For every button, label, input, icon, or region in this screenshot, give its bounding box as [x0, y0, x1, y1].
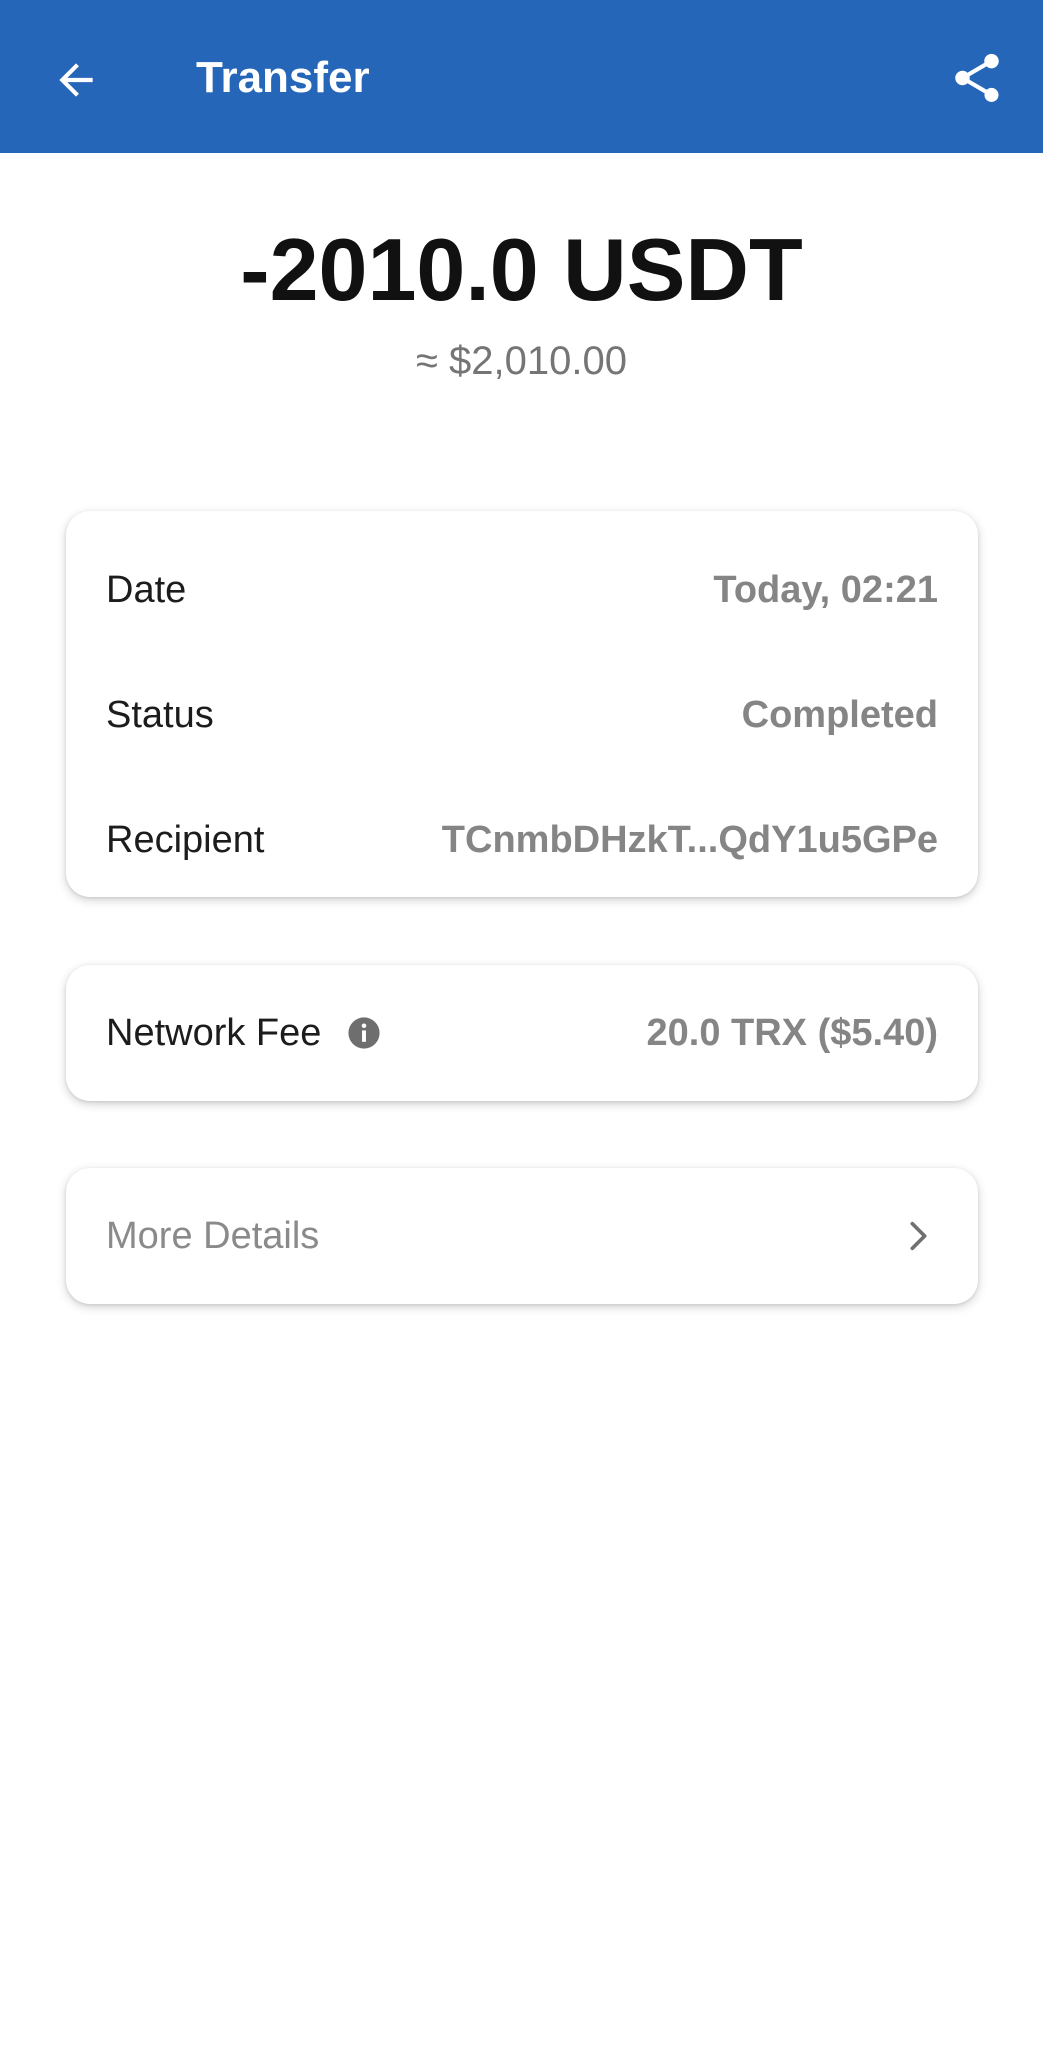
- chevron-right-icon: [910, 1221, 927, 1251]
- date-value: Today, 02:21: [713, 568, 938, 611]
- date-label: Date: [106, 568, 187, 611]
- recipient-row: Recipient TCnmbDHzkT...QdY1u5GPe: [106, 810, 938, 870]
- recipient-label: Recipient: [106, 818, 265, 861]
- transfer-amount-fiat: ≈ $2,010.00: [415, 339, 627, 383]
- recipient-address[interactable]: TCnmbDHzkT...QdY1u5GPe: [442, 819, 938, 862]
- network-fee-label: Network Fee: [106, 1011, 322, 1054]
- network-fee-row: Network Fee 20.0 TRX ($5.40): [106, 1003, 938, 1063]
- page-title: Transfer: [196, 53, 370, 102]
- app-bar: Transfer: [0, 0, 1043, 153]
- info-icon[interactable]: [347, 1016, 381, 1050]
- details-card: Date Today, 02:21 Status Completed Recip…: [66, 511, 978, 897]
- network-fee-label-group: Network Fee: [106, 1012, 381, 1055]
- arrow-left-icon: [59, 63, 93, 97]
- network-fee-card: Network Fee 20.0 TRX ($5.40): [66, 965, 978, 1101]
- more-details-button[interactable]: More Details: [66, 1168, 978, 1304]
- back-button[interactable]: [40, 44, 112, 116]
- status-row: Status Completed: [106, 685, 938, 745]
- transfer-amount: -2010.0 USDT: [240, 220, 803, 319]
- date-row: Date Today, 02:21: [106, 560, 938, 620]
- status-value: Completed: [741, 693, 938, 736]
- share-button[interactable]: [939, 40, 1015, 116]
- status-label: Status: [106, 693, 214, 736]
- more-details-label: More Details: [106, 1214, 320, 1257]
- network-fee-value: 20.0 TRX ($5.40): [646, 1011, 938, 1054]
- share-icon: [955, 53, 999, 102]
- more-details-row: More Details: [106, 1206, 938, 1266]
